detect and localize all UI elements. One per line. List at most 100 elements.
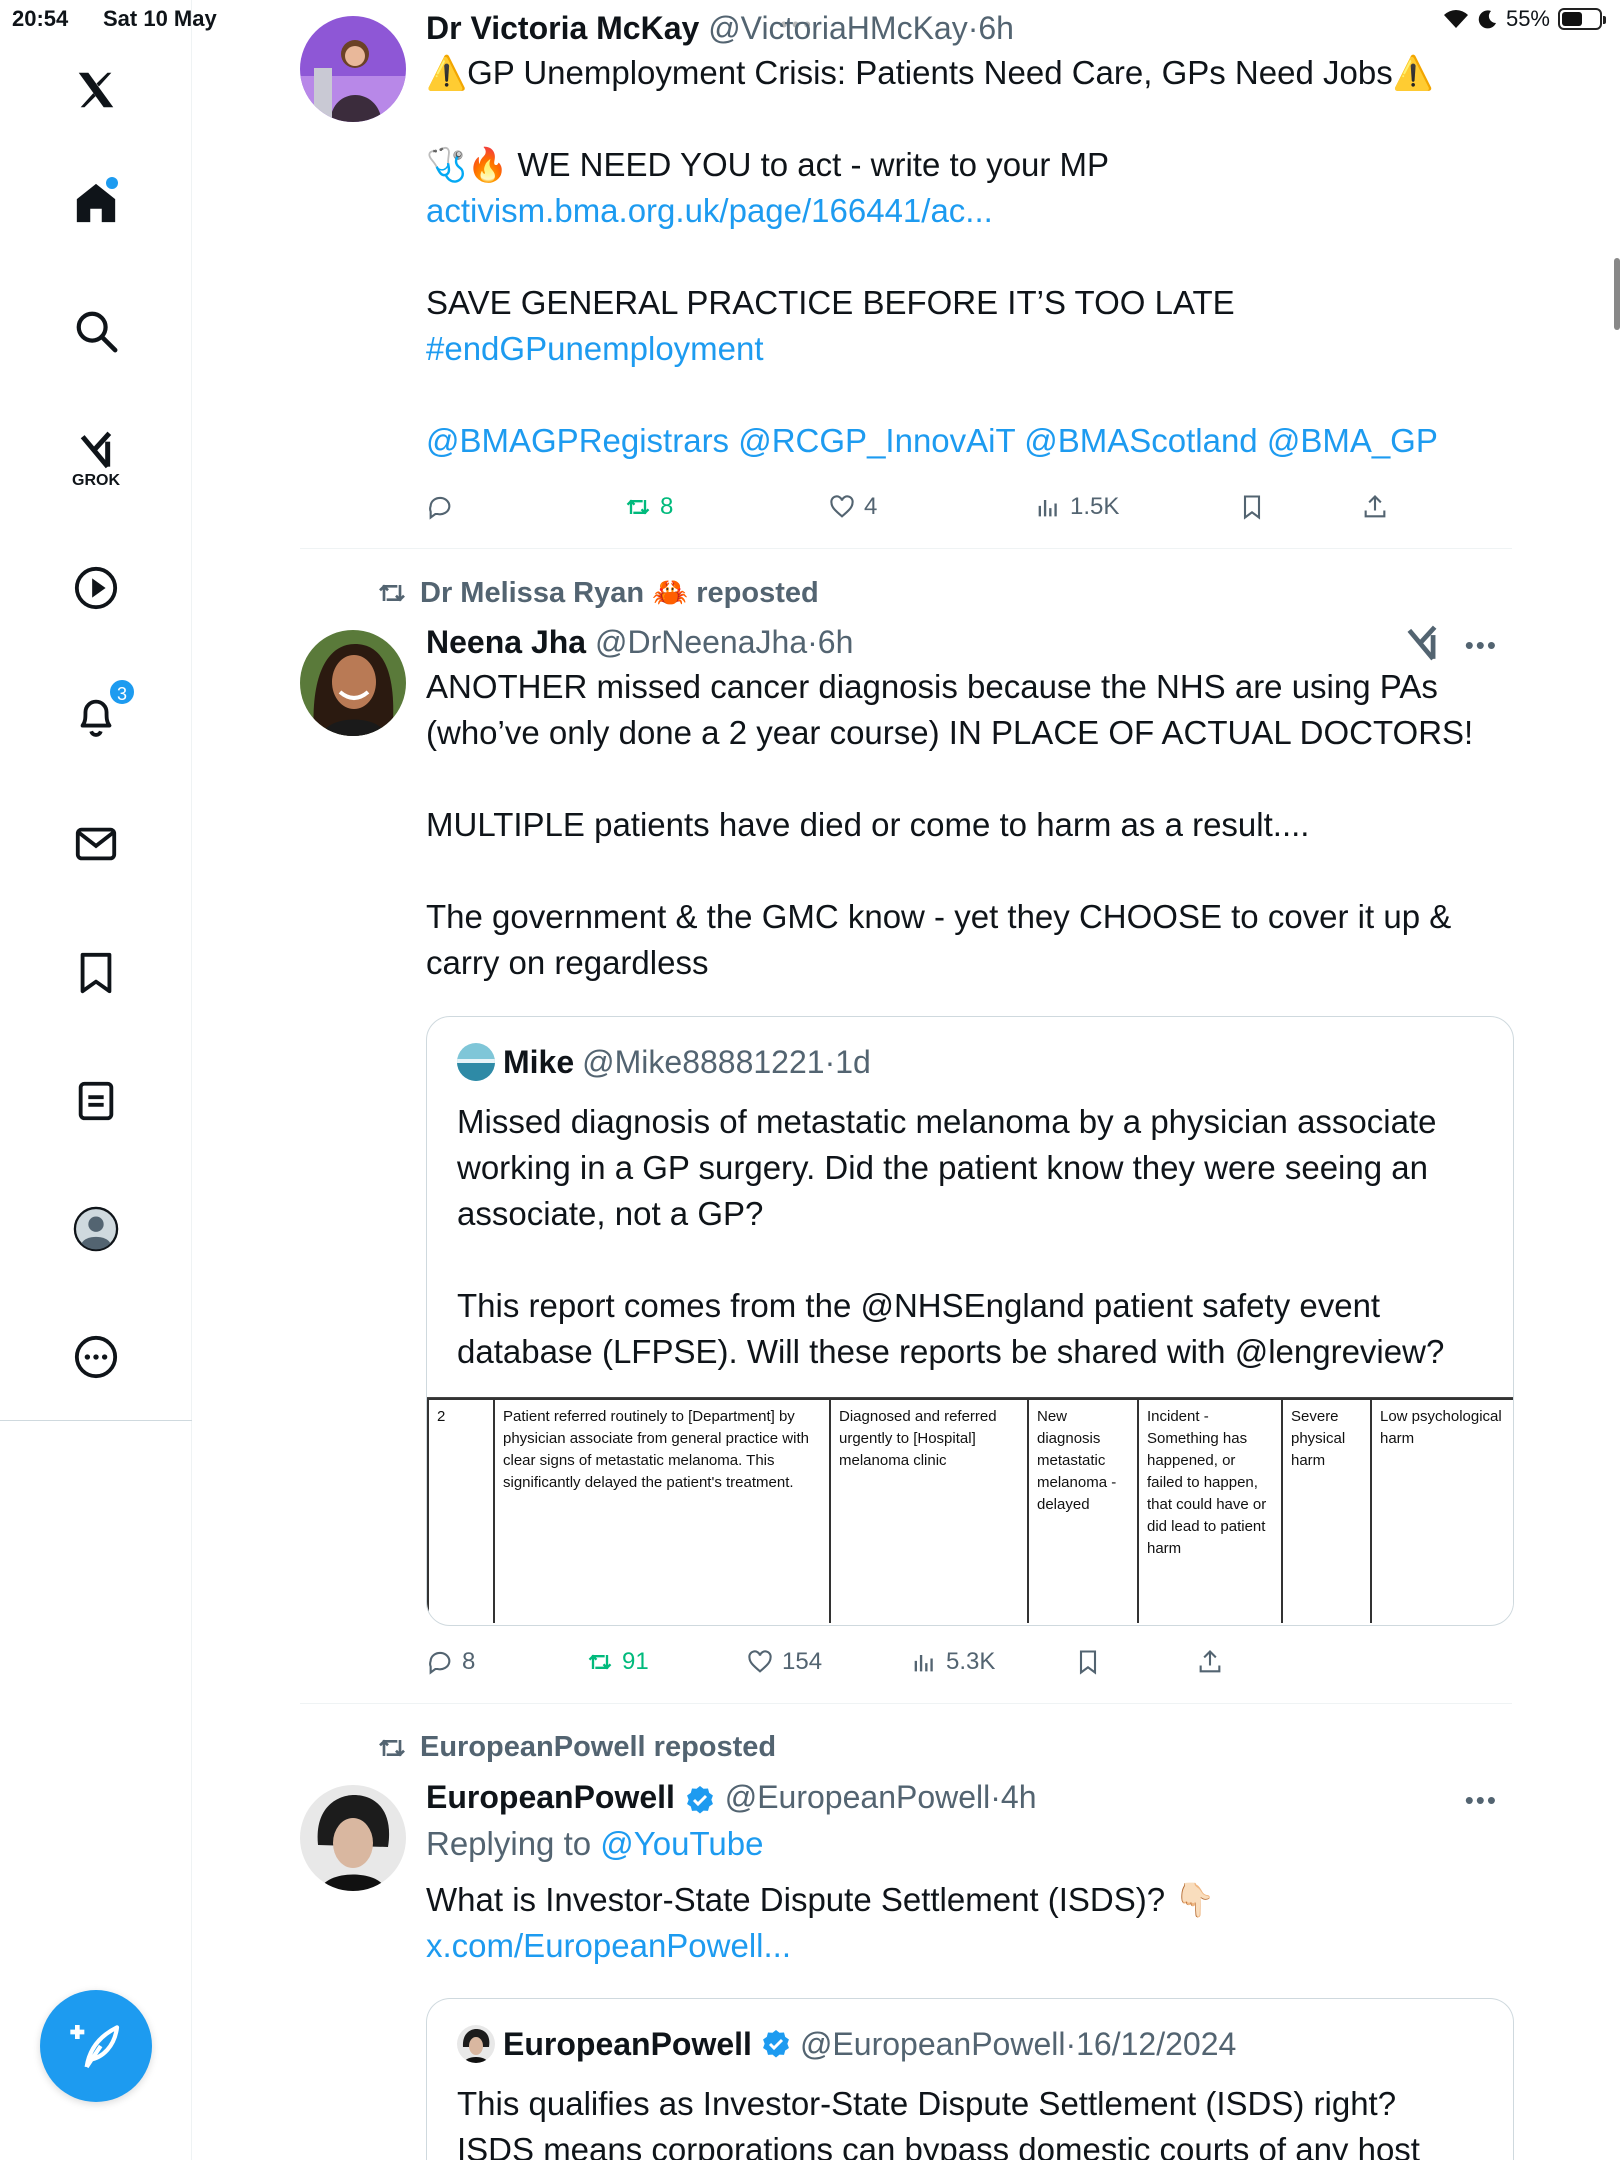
repost-icon bbox=[379, 1738, 405, 1757]
report-image[interactable]: 2 Patient referred routinely to [Departm… bbox=[427, 1397, 1513, 1623]
report-cell-id: 2 bbox=[427, 1399, 494, 1623]
sidebar-item-notifications[interactable]: 3 bbox=[56, 676, 136, 756]
repost-count: 8 bbox=[660, 493, 674, 520]
new-posts-dot bbox=[106, 177, 118, 189]
post-text-line: ⚠️GP Unemployment Crisis: Patients Need … bbox=[426, 54, 1434, 91]
bookmark-icon bbox=[1243, 495, 1261, 520]
quoted-post-header: EuropeanPowell @EuropeanPowell · 16/12/202… bbox=[457, 2025, 1236, 2063]
share-icon bbox=[1364, 495, 1386, 518]
post-text-line: ANOTHER missed cancer diagnosis because … bbox=[426, 668, 1438, 705]
author-handle[interactable]: @VictoriaHMcKay bbox=[708, 10, 968, 46]
post-text-line: (who’ve only done a 2 year course) IN PL… bbox=[426, 714, 1474, 751]
mail-icon bbox=[75, 827, 117, 861]
mention-links[interactable]: @BMAGPRegistrars @RCGP_InnovAiT @BMAScot… bbox=[426, 418, 1512, 464]
repost-icon bbox=[626, 499, 650, 515]
author-name[interactable]: Neena Jha bbox=[426, 624, 586, 660]
sidebar-item-profile[interactable] bbox=[56, 1189, 136, 1269]
sidebar-item-messages[interactable] bbox=[56, 804, 136, 884]
post-separator bbox=[300, 548, 1512, 549]
view-count: 1.5K bbox=[1070, 493, 1120, 520]
quoted-author-name: EuropeanPowell bbox=[503, 2025, 752, 2062]
view-count: 5.3K bbox=[946, 1648, 996, 1675]
sidebar-item-articles[interactable] bbox=[56, 1061, 136, 1141]
author-name[interactable]: Dr Victoria McKay bbox=[426, 10, 699, 46]
more-icon bbox=[74, 1335, 118, 1379]
repost-icon bbox=[588, 1654, 612, 1670]
avatar[interactable] bbox=[300, 630, 406, 736]
avatar[interactable] bbox=[300, 1785, 406, 1891]
sidebar-item-video[interactable] bbox=[56, 548, 136, 628]
quoted-post-time: 16/12/2024 bbox=[1076, 2025, 1237, 2062]
post-text-line: The government & the GMC know - yet they… bbox=[426, 898, 1452, 935]
views-button[interactable]: 5.3K bbox=[910, 1642, 995, 1682]
like-count: 154 bbox=[782, 1648, 823, 1675]
bookmark-icon bbox=[80, 952, 112, 994]
post-header: Dr Victoria McKay @VictoriaHMcKay·6h bbox=[426, 10, 1014, 46]
post-time[interactable]: 6h bbox=[818, 624, 854, 660]
replying-to-link[interactable]: @YouTube bbox=[600, 1825, 763, 1862]
bookmark-button[interactable] bbox=[1074, 1642, 1102, 1682]
repost-button[interactable]: 91 bbox=[586, 1642, 649, 1682]
grok-icon bbox=[80, 431, 112, 469]
reply-icon bbox=[429, 1651, 451, 1675]
like-button[interactable]: 4 bbox=[828, 487, 877, 527]
post-text-line: MULTIPLE patients have died or come to h… bbox=[426, 806, 1310, 843]
avatar[interactable] bbox=[300, 16, 406, 122]
report-cell-action: Diagnosed and referred urgently to [Hosp… bbox=[829, 1399, 1028, 1623]
post-link[interactable]: activism.bma.org.uk/page/166441/ac... bbox=[426, 188, 1512, 234]
post-link[interactable]: x.com/EuropeanPowell... bbox=[426, 1923, 1512, 1969]
post-text-line: carry on regardless bbox=[426, 944, 709, 981]
quoted-text-line: Missed diagnosis of metastatic melanoma … bbox=[457, 1103, 1437, 1140]
x-logo-button[interactable] bbox=[56, 50, 136, 130]
hashtag-link[interactable]: #endGPunemployment bbox=[426, 326, 1512, 372]
article-icon bbox=[78, 1081, 114, 1121]
compose-post-button[interactable] bbox=[40, 1990, 152, 2102]
repost-attribution[interactable]: Dr Melissa Ryan 🦀 reposted bbox=[376, 576, 819, 610]
search-icon bbox=[76, 311, 118, 353]
heart-icon bbox=[830, 495, 854, 518]
reply-icon bbox=[429, 496, 451, 520]
repost-button[interactable]: 8 bbox=[624, 487, 673, 527]
views-button[interactable]: 1.5K bbox=[1034, 487, 1119, 527]
report-cell-category: Incident - Something has happened, or fa… bbox=[1137, 1399, 1282, 1623]
reply-button[interactable]: 8 bbox=[426, 1642, 475, 1682]
repost-attribution[interactable]: EuropeanPowell reposted bbox=[376, 1731, 776, 1764]
quoted-post[interactable]: Mike @Mike88881221 · 1d Missed diagnosis o… bbox=[426, 1016, 1514, 1626]
sidebar-item-grok[interactable]: GROK bbox=[56, 420, 136, 500]
grok-label: GROK bbox=[72, 472, 120, 489]
share-button[interactable] bbox=[1196, 1642, 1224, 1682]
views-icon bbox=[914, 1655, 933, 1672]
reply-button[interactable] bbox=[426, 487, 462, 527]
repost-count: 91 bbox=[622, 1648, 649, 1675]
sidebar-item-home[interactable] bbox=[56, 163, 136, 243]
bookmark-button[interactable] bbox=[1238, 487, 1266, 527]
post-header: Neena Jha @DrNeenaJha·6h bbox=[426, 624, 854, 660]
share-button[interactable] bbox=[1361, 487, 1389, 527]
author-handle[interactable]: @EuropeanPowell bbox=[725, 1779, 991, 1815]
profile-icon bbox=[73, 1206, 119, 1252]
quoted-post[interactable]: EuropeanPowell @EuropeanPowell · 16/12/202… bbox=[426, 1998, 1514, 2160]
scrollbar-thumb[interactable] bbox=[1614, 258, 1620, 330]
author-name[interactable]: EuropeanPowell bbox=[426, 1779, 675, 1815]
quoted-author-name: Mike bbox=[503, 1043, 575, 1080]
post-time[interactable]: 4h bbox=[1001, 1779, 1037, 1815]
author-handle[interactable]: @DrNeenaJha bbox=[595, 624, 807, 660]
sidebar-item-bookmarks[interactable] bbox=[56, 933, 136, 1013]
battery-percent: 55% bbox=[1505, 6, 1550, 31]
post-time[interactable]: 6h bbox=[978, 10, 1014, 46]
like-count: 4 bbox=[864, 493, 878, 520]
heart-icon bbox=[748, 1650, 772, 1673]
sidebar: GROK 3 bbox=[0, 0, 192, 2160]
avatar bbox=[457, 1043, 495, 1081]
x-logo-icon bbox=[78, 72, 114, 108]
verified-badge-icon bbox=[686, 1785, 713, 1814]
sidebar-divider bbox=[0, 1420, 192, 1421]
like-button[interactable]: 154 bbox=[746, 1642, 822, 1682]
sidebar-item-explore[interactable] bbox=[56, 291, 136, 371]
post-text-line: What is Investor-State Dispute Settlemen… bbox=[426, 1881, 1216, 1918]
battery-icon bbox=[1558, 8, 1606, 30]
quoted-author-handle: @EuropeanPowell bbox=[799, 2025, 1066, 2062]
quoted-post-header: Mike @Mike88881221 · 1d bbox=[457, 1043, 871, 1081]
sidebar-item-more[interactable] bbox=[56, 1317, 136, 1397]
quoted-text-line: associate, not a GP? bbox=[457, 1195, 764, 1232]
